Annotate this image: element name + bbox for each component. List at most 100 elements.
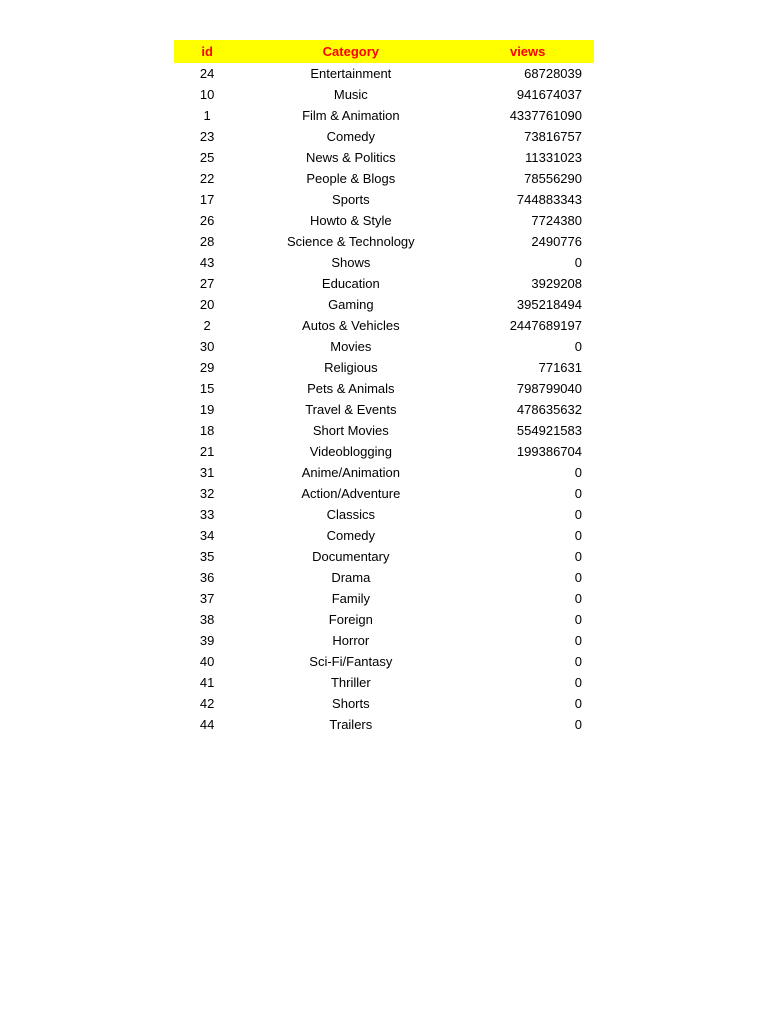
cell-views: 941674037 (461, 84, 594, 105)
table-row: 18Short Movies554921583 (174, 420, 594, 441)
cell-views: 0 (461, 714, 594, 735)
cell-views: 2447689197 (461, 315, 594, 336)
table-row: 28Science & Technology2490776 (174, 231, 594, 252)
cell-id: 21 (174, 441, 240, 462)
table-body: 24Entertainment6872803910Music9416740371… (174, 63, 594, 735)
cell-views: 0 (461, 567, 594, 588)
cell-category: Trailers (240, 714, 461, 735)
cell-category: Sports (240, 189, 461, 210)
cell-category: Autos & Vehicles (240, 315, 461, 336)
table-row: 25News & Politics11331023 (174, 147, 594, 168)
cell-views: 744883343 (461, 189, 594, 210)
header-category: Category (240, 40, 461, 63)
cell-views: 0 (461, 693, 594, 714)
cell-id: 20 (174, 294, 240, 315)
table-row: 22People & Blogs78556290 (174, 168, 594, 189)
cell-id: 36 (174, 567, 240, 588)
cell-category: Movies (240, 336, 461, 357)
cell-category: Comedy (240, 126, 461, 147)
cell-category: Film & Animation (240, 105, 461, 126)
cell-views: 0 (461, 483, 594, 504)
data-table: id Category views 24Entertainment6872803… (174, 40, 594, 735)
cell-id: 39 (174, 630, 240, 651)
cell-id: 2 (174, 315, 240, 336)
cell-category: Foreign (240, 609, 461, 630)
cell-id: 30 (174, 336, 240, 357)
cell-views: 0 (461, 504, 594, 525)
table-row: 44Trailers0 (174, 714, 594, 735)
table-row: 41Thriller0 (174, 672, 594, 693)
header-views: views (461, 40, 594, 63)
table-row: 40Sci-Fi/Fantasy0 (174, 651, 594, 672)
header-id: id (174, 40, 240, 63)
cell-views: 0 (461, 462, 594, 483)
cell-category: Anime/Animation (240, 462, 461, 483)
cell-category: Science & Technology (240, 231, 461, 252)
cell-views: 0 (461, 609, 594, 630)
cell-id: 33 (174, 504, 240, 525)
cell-id: 28 (174, 231, 240, 252)
table-row: 19Travel & Events478635632 (174, 399, 594, 420)
cell-views: 2490776 (461, 231, 594, 252)
cell-views: 199386704 (461, 441, 594, 462)
table-row: 15Pets & Animals798799040 (174, 378, 594, 399)
table-row: 27Education3929208 (174, 273, 594, 294)
cell-id: 19 (174, 399, 240, 420)
table-container: id Category views 24Entertainment6872803… (0, 0, 768, 775)
cell-id: 42 (174, 693, 240, 714)
cell-views: 0 (461, 651, 594, 672)
cell-category: Gaming (240, 294, 461, 315)
cell-views: 554921583 (461, 420, 594, 441)
cell-category: Music (240, 84, 461, 105)
table-row: 42Shorts0 (174, 693, 594, 714)
table-row: 33Classics0 (174, 504, 594, 525)
cell-category: Entertainment (240, 63, 461, 84)
table-row: 35Documentary0 (174, 546, 594, 567)
cell-id: 22 (174, 168, 240, 189)
cell-views: 4337761090 (461, 105, 594, 126)
table-row: 30Movies0 (174, 336, 594, 357)
table-row: 2Autos & Vehicles2447689197 (174, 315, 594, 336)
cell-views: 7724380 (461, 210, 594, 231)
cell-category: Shows (240, 252, 461, 273)
cell-category: Pets & Animals (240, 378, 461, 399)
cell-views: 798799040 (461, 378, 594, 399)
table-row: 39Horror0 (174, 630, 594, 651)
cell-id: 10 (174, 84, 240, 105)
cell-views: 0 (461, 672, 594, 693)
table-row: 20Gaming395218494 (174, 294, 594, 315)
table-row: 31Anime/Animation0 (174, 462, 594, 483)
cell-category: Videoblogging (240, 441, 461, 462)
cell-views: 0 (461, 546, 594, 567)
cell-category: People & Blogs (240, 168, 461, 189)
table-row: 38Foreign0 (174, 609, 594, 630)
table-row: 29Religious771631 (174, 357, 594, 378)
cell-category: News & Politics (240, 147, 461, 168)
cell-views: 11331023 (461, 147, 594, 168)
cell-category: Comedy (240, 525, 461, 546)
table-row: 36Drama0 (174, 567, 594, 588)
cell-id: 18 (174, 420, 240, 441)
cell-category: Travel & Events (240, 399, 461, 420)
cell-views: 78556290 (461, 168, 594, 189)
cell-category: Religious (240, 357, 461, 378)
cell-category: Short Movies (240, 420, 461, 441)
cell-views: 478635632 (461, 399, 594, 420)
table-row: 37Family0 (174, 588, 594, 609)
table-row: 34Comedy0 (174, 525, 594, 546)
cell-category: Drama (240, 567, 461, 588)
table-row: 21Videoblogging199386704 (174, 441, 594, 462)
cell-id: 44 (174, 714, 240, 735)
cell-views: 68728039 (461, 63, 594, 84)
cell-id: 26 (174, 210, 240, 231)
cell-views: 73816757 (461, 126, 594, 147)
cell-category: Education (240, 273, 461, 294)
cell-id: 41 (174, 672, 240, 693)
cell-id: 24 (174, 63, 240, 84)
cell-id: 27 (174, 273, 240, 294)
cell-id: 31 (174, 462, 240, 483)
cell-category: Documentary (240, 546, 461, 567)
table-row: 10Music941674037 (174, 84, 594, 105)
cell-views: 3929208 (461, 273, 594, 294)
cell-id: 40 (174, 651, 240, 672)
